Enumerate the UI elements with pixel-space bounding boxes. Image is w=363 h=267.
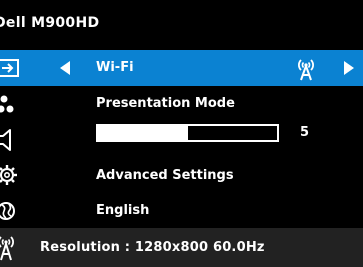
gear-icon	[0, 165, 17, 185]
menu-item-advanced-settings[interactable]: Advanced Settings	[0, 158, 363, 194]
volume-slider[interactable]	[96, 124, 279, 142]
menu-item-label: English	[96, 203, 150, 218]
wifi-icon	[298, 59, 314, 81]
volume-value: 5	[300, 125, 310, 140]
menu-item-label: Advanced Settings	[96, 168, 234, 183]
status-bar: Resolution : 1280x800 60.0Hz	[0, 228, 363, 267]
menu-item-wifi[interactable]: Wi-Fi	[0, 50, 363, 86]
wifi-icon	[0, 236, 14, 261]
input-source-icon	[0, 59, 19, 77]
chevron-right-icon[interactable]	[344, 61, 354, 75]
projector-osd: Dell M900HD Wi-Fi Presentation Mode 5 Ad…	[0, 0, 363, 267]
volume-slider-fill	[98, 126, 188, 140]
device-title: Dell M900HD	[0, 15, 100, 31]
chevron-left-icon[interactable]	[60, 61, 70, 75]
globe-icon	[0, 202, 15, 220]
menu-item-language[interactable]: English	[0, 193, 363, 229]
resolution-status: Resolution : 1280x800 60.0Hz	[40, 240, 265, 255]
menu-item-label: Presentation Mode	[96, 96, 235, 111]
presentation-icon	[0, 95, 14, 113]
speaker-icon	[0, 129, 11, 151]
menu-item-label: Wi-Fi	[96, 60, 134, 75]
